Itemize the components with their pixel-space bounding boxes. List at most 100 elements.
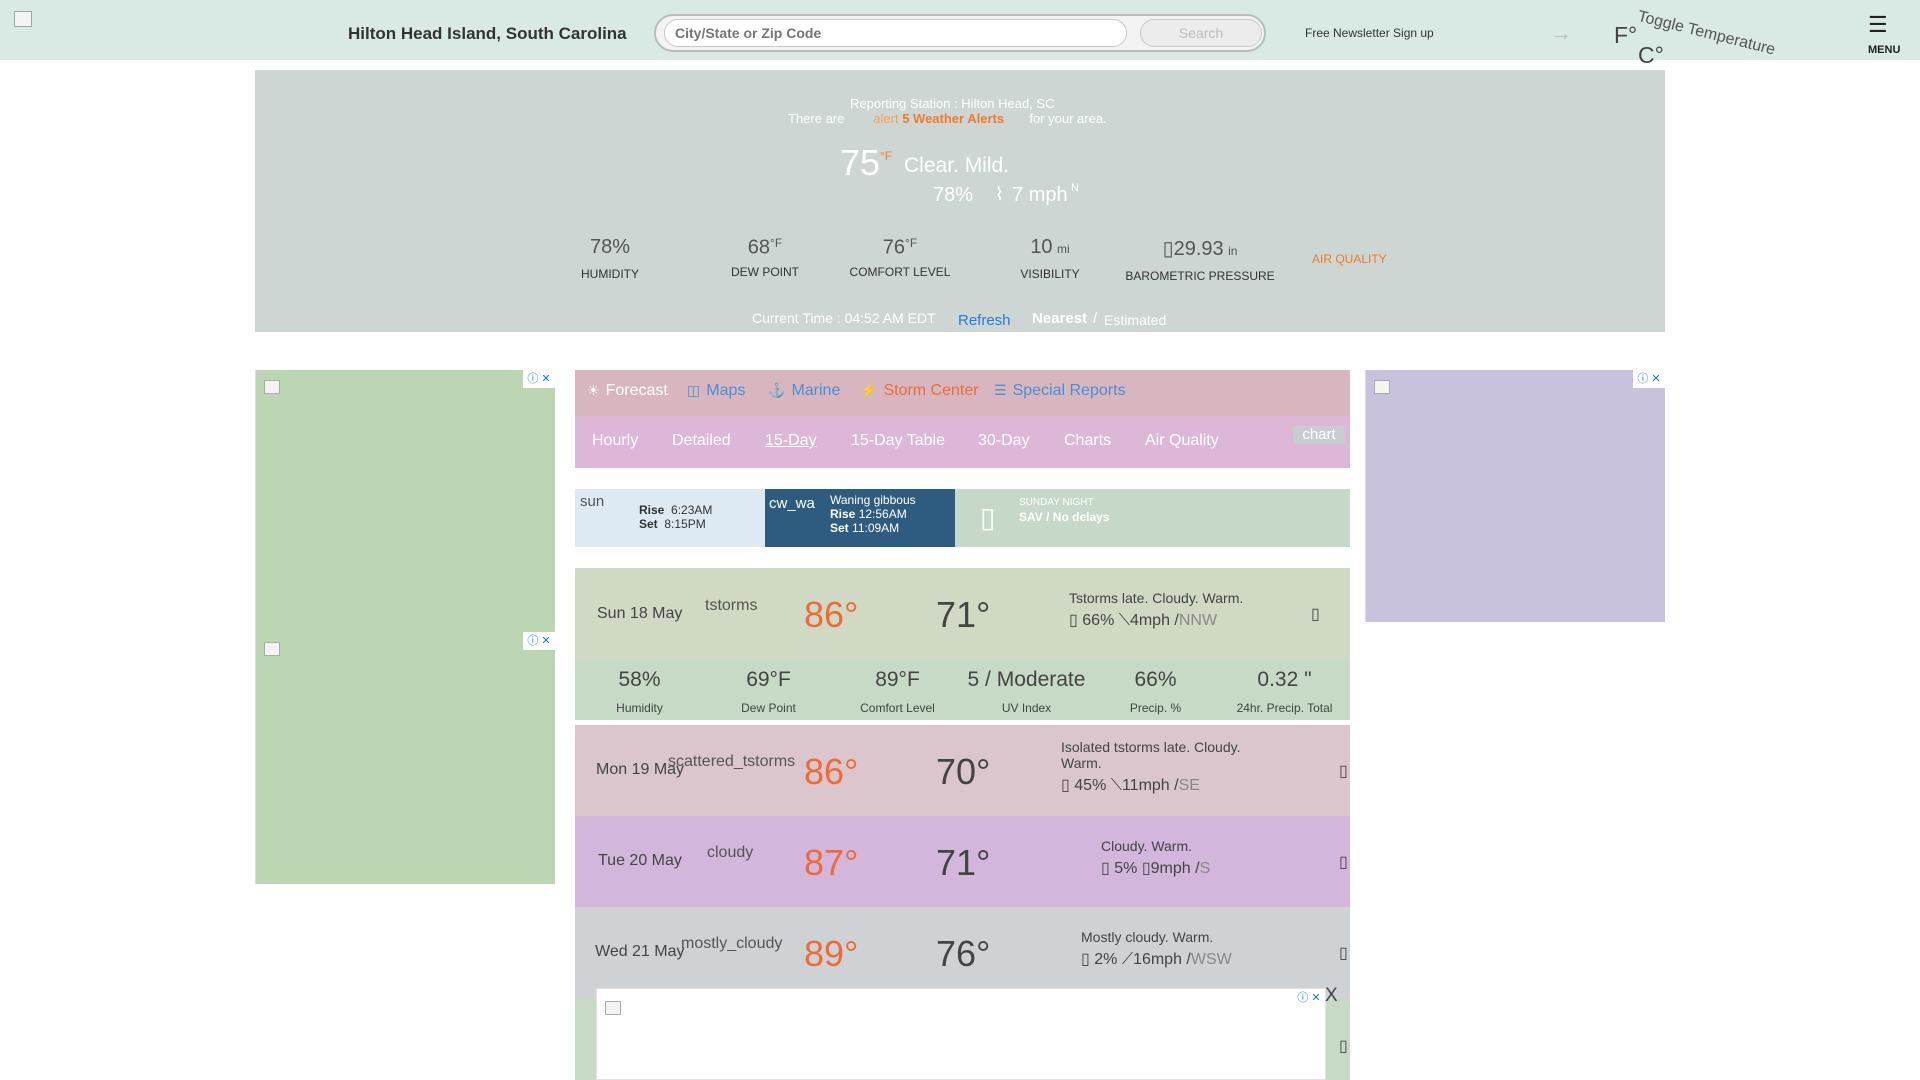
tab-label: Special Reports xyxy=(1012,382,1126,399)
tab-storm-center[interactable]: ⚡ Storm Center xyxy=(860,382,979,400)
current-time: Current Time : 04:52 AM EDT xyxy=(752,310,936,326)
forecast-date: Sun 18 May xyxy=(597,605,683,622)
expand-icon[interactable]: ▯ xyxy=(1339,852,1348,872)
estimated-toggle[interactable]: Estimated xyxy=(1104,312,1166,328)
wind-direction: WSW xyxy=(1190,951,1232,968)
expand-icon[interactable]: ▯ xyxy=(1339,1036,1348,1056)
subtab-hourly[interactable]: Hourly xyxy=(592,432,638,450)
wind-arrow-icon: ⟍ xyxy=(1110,777,1122,794)
tab-marine[interactable]: ⚓ Marine xyxy=(768,382,840,400)
ad-close-button[interactable]: ⓘ ✕ xyxy=(523,632,555,650)
raindrop-icon: ▯ xyxy=(1101,860,1110,877)
ad-close-button[interactable]: ⓘ ✕ xyxy=(1293,989,1325,1007)
detail-label: UV Index xyxy=(1001,701,1052,715)
ad-left-bottom[interactable]: ⓘ ✕ xyxy=(255,632,555,884)
current-wind: 7 mph xyxy=(1012,184,1068,206)
subtab-15-day[interactable]: 15-Day xyxy=(765,432,817,450)
top-header: Hilton Head Island, South Carolina Searc… xyxy=(0,0,1920,68)
forecast-precip-wind: ▯ 66% ⟍4mph /NNW xyxy=(1069,612,1218,629)
stat-unit: °F xyxy=(770,236,783,250)
moonrise: Rise 12:56AM xyxy=(830,507,907,521)
precip-chance: 2% xyxy=(1094,951,1118,968)
menu-icon[interactable]: ☰ xyxy=(1868,12,1888,38)
stat-visibility: 10 mi VISIBILITY xyxy=(1005,236,1095,281)
current-humidity: 78% xyxy=(933,184,974,206)
stat-value: 76 xyxy=(882,236,906,259)
tab-maps[interactable]: ◫ Maps xyxy=(687,382,745,400)
unit-fahrenheit[interactable]: F° xyxy=(1614,22,1637,49)
ad-left-top[interactable]: ⓘ ✕ xyxy=(255,370,555,639)
forecast-row[interactable]: Mon 19 May scattered_tstorms 86° 70° Iso… xyxy=(575,725,1350,816)
forecast-low: 71° xyxy=(936,842,991,883)
forecast-row[interactable]: Sun 18 May tstorms 86° 71° Tstorms late.… xyxy=(575,568,1350,659)
forecast-description: Tstorms late. Cloudy. Warm. xyxy=(1069,590,1244,606)
subtab-15-day-table[interactable]: 15-Day Table xyxy=(851,432,945,450)
reporting-station: Reporting Station : Hilton Head, SC xyxy=(850,96,1055,111)
detail-uv-index: 5 / Moderate UV Index xyxy=(962,659,1091,715)
location-title: Hilton Head Island, South Carolina xyxy=(348,24,627,43)
stat-value: 29.93 xyxy=(1173,238,1224,260)
tab-label: Maps xyxy=(706,382,746,399)
detail-label: 24hr. Precip. Total xyxy=(1236,701,1333,715)
ad-bottom[interactable]: ⓘ ✕ xyxy=(596,988,1326,1080)
tab-forecast[interactable]: ☀ Forecast xyxy=(587,382,668,400)
search-input[interactable] xyxy=(664,19,1127,47)
moon-times: cw_wa Waning gibbous Rise 12:56AM Set 11… xyxy=(765,489,955,547)
wind-arrow-icon: ▯ xyxy=(1141,860,1151,877)
wind-speed: 16mph xyxy=(1133,951,1182,968)
arrow-right-icon[interactable]: → xyxy=(1550,20,1572,46)
site-logo[interactable] xyxy=(14,11,32,27)
subtab-air-quality[interactable]: Air Quality xyxy=(1145,432,1219,450)
ad-close-button[interactable]: ⓘ ✕ xyxy=(523,370,555,388)
forecast-high: 86° xyxy=(804,594,859,635)
detail-humidity: 58% Humidity xyxy=(575,659,704,715)
subtab-30-day[interactable]: 30-Day xyxy=(978,432,1030,450)
detail-precip-total: 0.32 " 24hr. Precip. Total xyxy=(1220,659,1349,715)
forecast-row[interactable]: Wed 21 May mostly_cloudy 89° 76° Mostly … xyxy=(575,907,1350,998)
stat-label: COMFORT LEVEL xyxy=(849,265,951,280)
subtab-detailed[interactable]: Detailed xyxy=(672,432,731,450)
main-nav: ☀ Forecast ◫ Maps ⚓ Marine ⚡ Storm Center ☰ S… xyxy=(575,370,1350,416)
ad-close-button[interactable]: ⓘ ✕ xyxy=(1633,370,1665,388)
newsletter-link[interactable]: Free Newsletter Sign up xyxy=(1305,26,1434,40)
alerts-suffix: for your area. xyxy=(1029,111,1107,126)
wind-direction: S xyxy=(1199,860,1211,877)
bottom-ad-close-icon[interactable]: X xyxy=(1325,985,1338,1007)
current-conditions: Reporting Station : Hilton Head, SC Ther… xyxy=(255,70,1665,332)
unit-celsius[interactable]: C° xyxy=(1638,42,1664,69)
ad-right[interactable]: ⓘ ✕ xyxy=(1365,370,1665,622)
refresh-icon[interactable]: Refresh xyxy=(958,312,1011,329)
stat-comfort-level: 76°F COMFORT LEVEL xyxy=(835,236,965,279)
subtab-charts[interactable]: Charts xyxy=(1064,432,1111,450)
moon-phase: Waning gibbous xyxy=(830,493,916,507)
forecast-description: Isolated tstorms late. Cloudy. Warm. xyxy=(1061,739,1241,771)
toggle-separator: / xyxy=(1093,310,1098,327)
forecast-row[interactable]: Tue 20 May cloudy 87° 71° Cloudy. Warm. … xyxy=(575,816,1350,907)
weather-alerts-link[interactable]: 5 Weather Alerts xyxy=(902,111,1004,126)
expand-icon[interactable]: ▯ xyxy=(1339,943,1348,963)
special-reports-icon: ☰ xyxy=(994,382,1007,398)
barometer-icon: ▯ xyxy=(1162,238,1174,260)
forecast-low: 70° xyxy=(936,751,991,792)
menu-label[interactable]: MENU xyxy=(1868,44,1900,56)
forecast-date: Wed 21 May xyxy=(595,943,685,960)
sunset: Set 8:15PM xyxy=(639,517,706,531)
forecast-description: Cloudy. Warm. xyxy=(1101,838,1193,854)
forecast-date: Tue 20 May xyxy=(598,852,682,869)
tab-label: Forecast xyxy=(605,382,668,399)
tab-special-reports[interactable]: ☰ Special Reports xyxy=(994,382,1126,400)
travel-status[interactable]: SAV / No delays xyxy=(1019,510,1109,524)
forecast-details: 58% Humidity 69°F Dew Point 89°F Comfort Le… xyxy=(575,659,1350,720)
nearest-toggle[interactable]: Nearest xyxy=(1032,310,1087,327)
expand-icon[interactable]: ▯ xyxy=(1311,604,1320,624)
expand-icon[interactable]: ▯ xyxy=(1339,761,1348,781)
chart-icon[interactable]: chart xyxy=(1293,426,1345,444)
search-button[interactable]: Search xyxy=(1140,19,1262,47)
air-quality-link[interactable]: AIR QUALITY xyxy=(1312,252,1387,266)
stat-unit: in xyxy=(1228,244,1238,258)
detail-label: Comfort Level xyxy=(860,701,935,715)
wind-direction: NNW xyxy=(1178,612,1218,629)
forecast-high: 89° xyxy=(804,933,859,974)
stat-value: 10 xyxy=(1030,236,1053,258)
detail-value: 69°F xyxy=(746,668,791,691)
